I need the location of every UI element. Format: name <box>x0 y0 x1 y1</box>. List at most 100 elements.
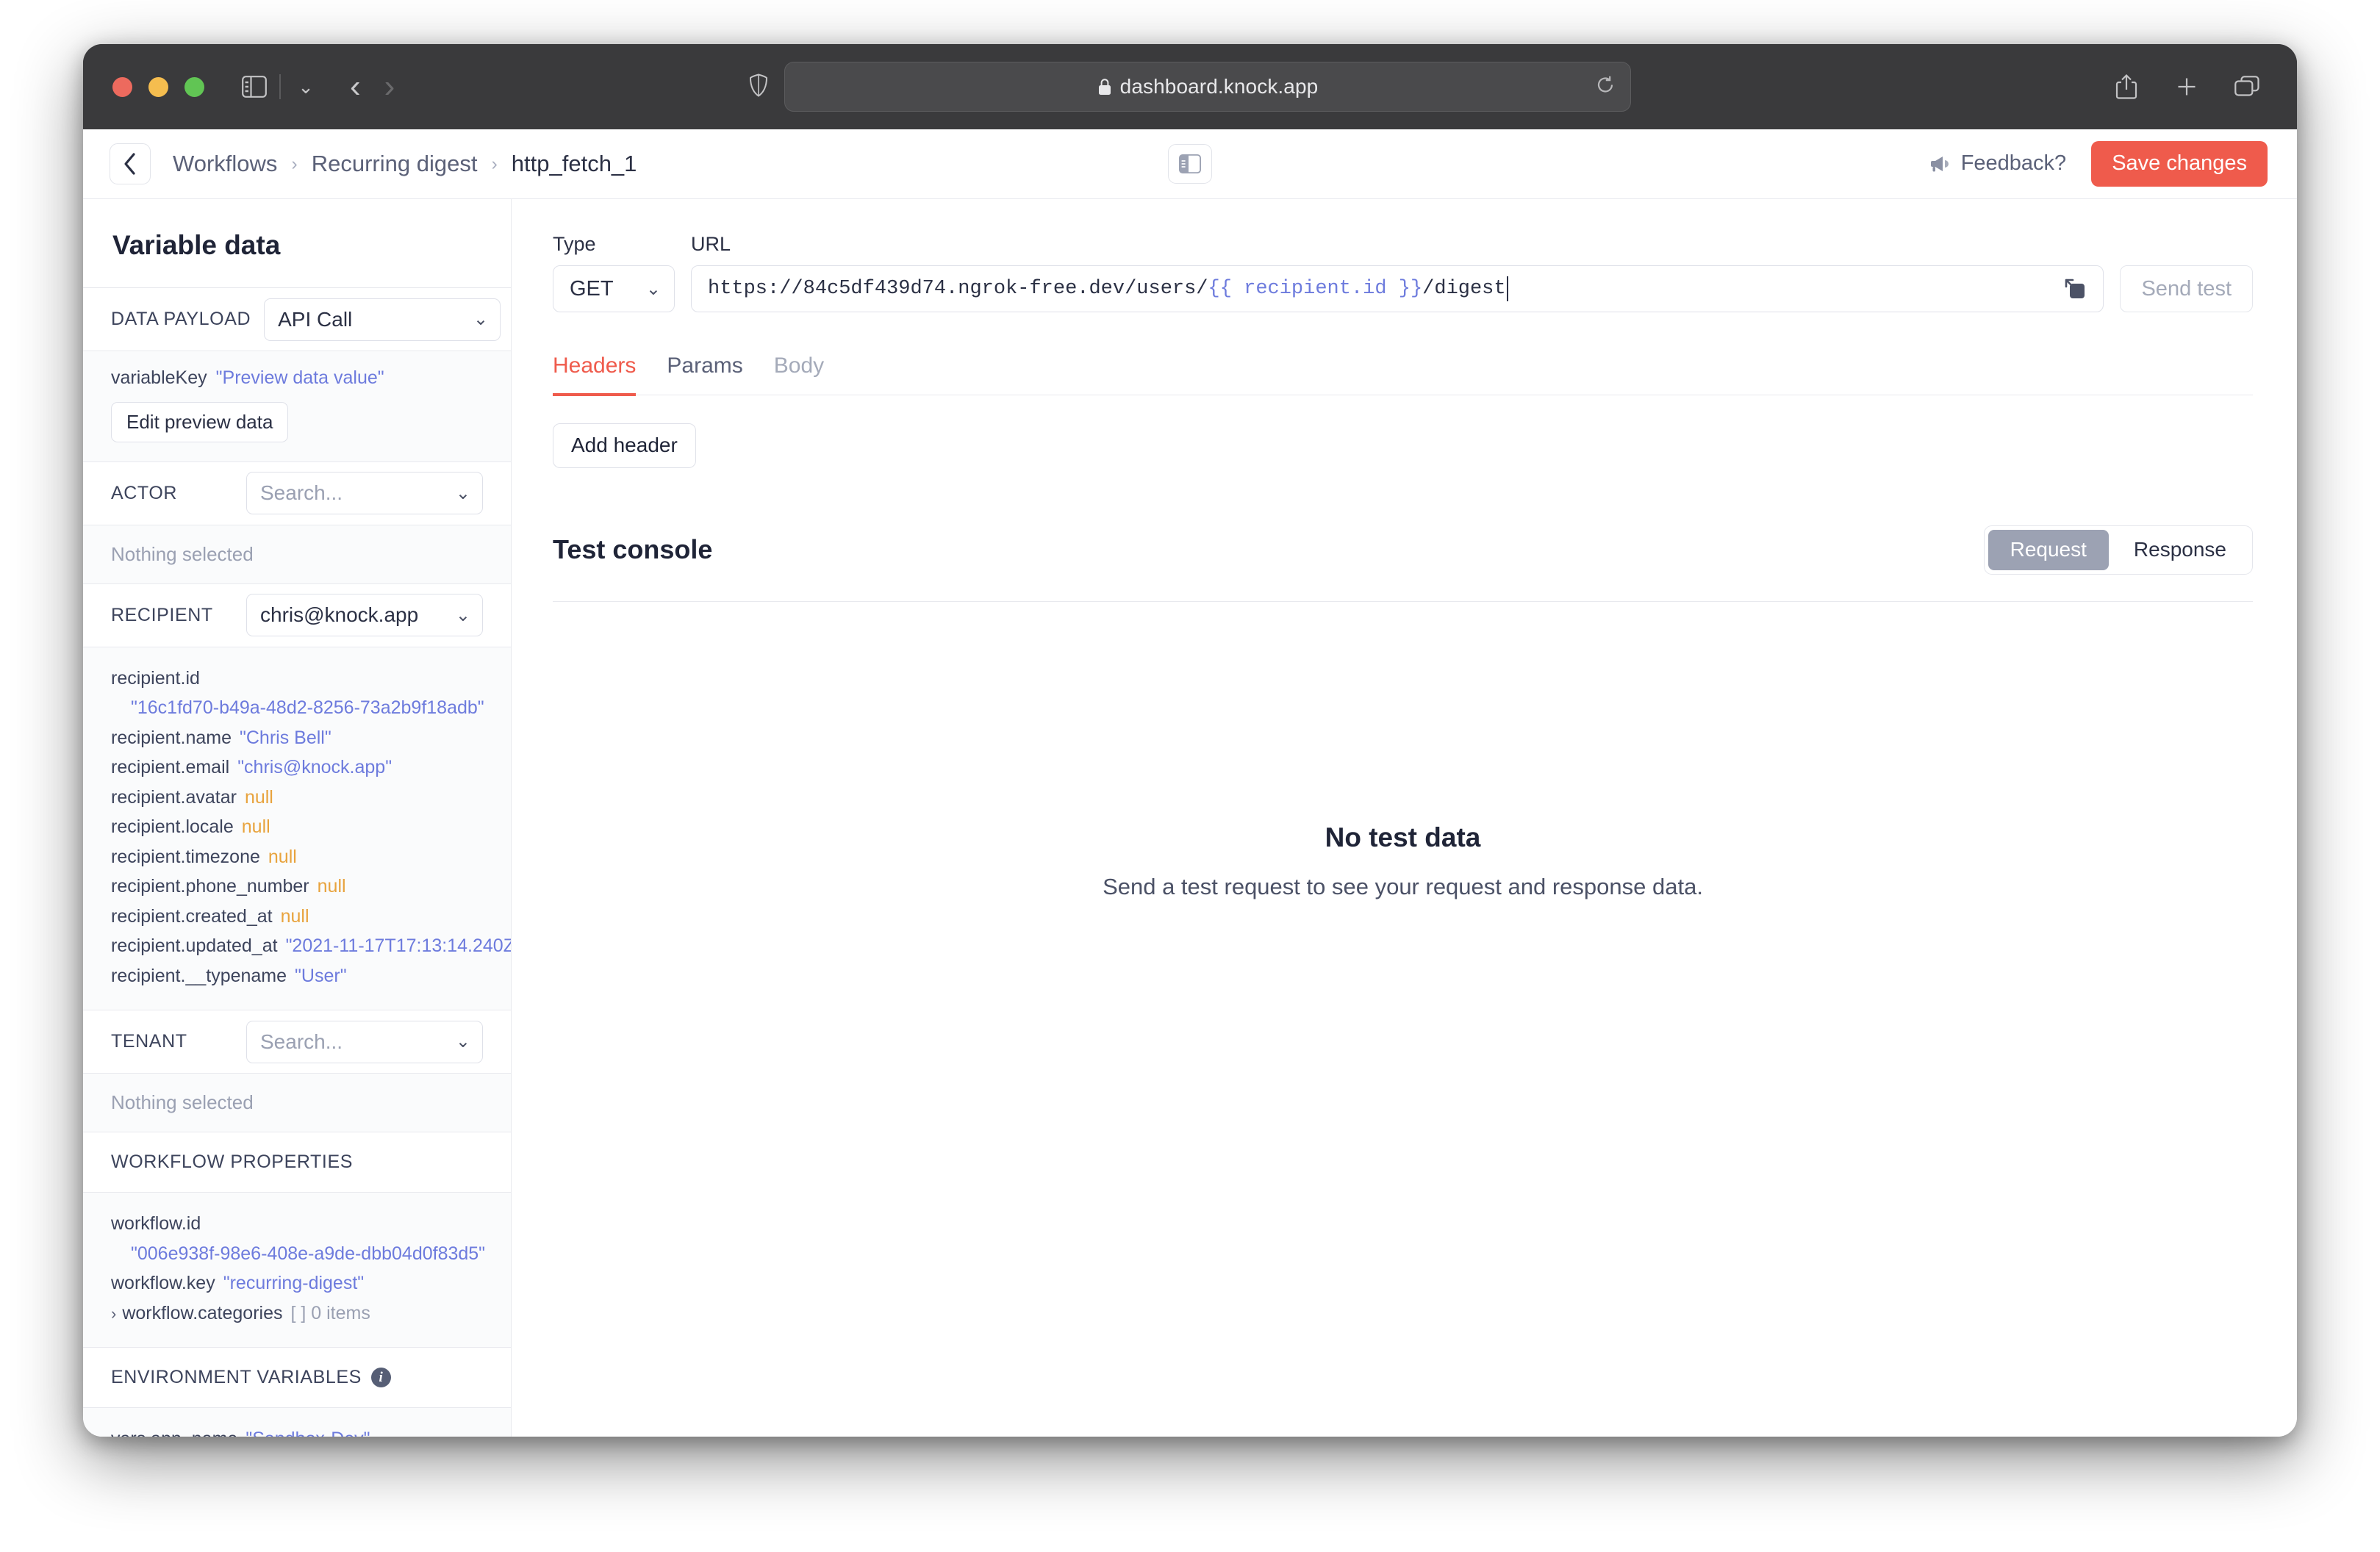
sidebar-toggle-icon[interactable] <box>234 66 275 107</box>
maximize-window-button[interactable] <box>184 76 204 97</box>
recipient-row: RECIPIENT chris@knock.app ⌄ <box>83 583 511 647</box>
list-item: recipient.created_at null <box>111 902 483 932</box>
url-field-group: URL https://84c5df439d74.ngrok-free.dev/… <box>691 233 2104 312</box>
text-caret <box>1506 276 1508 301</box>
environment-variables-block: vars.app_name"Sandbox-Dev" vars.app_url"… <box>83 1408 511 1437</box>
tab-headers[interactable]: Headers <box>553 353 637 396</box>
property-value: "recurring-digest" <box>223 1273 365 1294</box>
chevron-down-icon[interactable]: ⌄ <box>285 66 326 107</box>
panel-toggle-button[interactable] <box>1168 144 1212 184</box>
reload-icon[interactable] <box>1595 75 1616 99</box>
save-changes-button[interactable]: Save changes <box>2091 141 2268 187</box>
property-key: vars.app_name <box>111 1429 237 1437</box>
preview-variable-value: "Preview data value" <box>215 367 384 388</box>
property-value: [ ] 0 items <box>290 1302 370 1323</box>
info-icon[interactable]: i <box>370 1368 391 1388</box>
request-response-toggle: Request Response <box>1983 525 2253 575</box>
empty-state-title: No test data <box>1325 822 1481 852</box>
url-input[interactable]: https://84c5df439d74.ngrok-free.dev/user… <box>691 265 2104 312</box>
minimize-window-button[interactable] <box>148 76 168 97</box>
url-suffix: /digest <box>1422 278 1506 300</box>
property-value: "Chris Bell" <box>239 727 331 748</box>
property-value: "Sandbox-Dev" <box>245 1429 370 1437</box>
data-payload-select[interactable]: API Call ⌄ <box>264 298 501 341</box>
property-value: "16c1fd70-b49a-48d2-8256-73a2b9f18adb" <box>131 697 484 719</box>
list-item: "006e938f-98e6-408e-a9de-dbb04d0f83d5" <box>111 1239 485 1269</box>
data-payload-row: DATA PAYLOAD API Call ⌄ <box>83 288 511 351</box>
tenant-empty-state: Nothing selected <box>83 1074 511 1133</box>
list-item: recipient.avatar null <box>111 783 483 813</box>
address-bar[interactable]: dashboard.knock.app <box>784 62 1631 112</box>
list-item: vars.app_name "Sandbox-Dev" <box>111 1424 483 1437</box>
property-value: null <box>244 786 273 808</box>
expand-icon <box>2065 279 2085 298</box>
send-test-button[interactable]: Send test <box>2120 265 2253 312</box>
browser-window: ⌄ ‹ › dashboard.knock.app Workflows › Re… <box>83 44 2297 1437</box>
request-config-row: Type GET ⌄ URL https://84c5df439d74.ngro… <box>553 233 2253 312</box>
feedback-button[interactable]: Feedback? <box>1929 151 2066 176</box>
property-key: recipient.timezone <box>111 846 260 867</box>
tenant-search-select[interactable]: Search... ⌄ <box>246 1020 483 1063</box>
sidebar-title: Variable data <box>83 199 511 288</box>
segment-response[interactable]: Response <box>2112 530 2248 570</box>
type-label: Type <box>553 233 596 255</box>
segment-request[interactable]: Request <box>1987 529 2109 570</box>
address-bar-text: dashboard.knock.app <box>1097 75 1319 98</box>
variable-data-sidebar: Variable data DATA PAYLOAD API Call ⌄ va… <box>83 199 512 1437</box>
share-icon[interactable] <box>2106 66 2147 107</box>
chevron-down-icon: ⌄ <box>455 605 470 625</box>
browser-back-button[interactable]: ‹ <box>343 71 368 103</box>
list-item: recipient.__typename "User" <box>111 961 483 991</box>
actor-label: ACTOR <box>111 482 178 503</box>
recipient-value: chris@knock.app <box>260 603 419 627</box>
tenant-row: TENANT Search... ⌄ <box>83 1010 511 1074</box>
property-key: workflow.categories <box>122 1302 283 1323</box>
back-button[interactable] <box>110 143 151 184</box>
app-header: Workflows › Recurring digest › http_fetc… <box>83 129 2297 199</box>
property-key: recipient.created_at <box>111 905 273 927</box>
window-traffic-lights <box>112 76 204 97</box>
workflow-properties-header: WORKFLOW PROPERTIES <box>83 1132 511 1193</box>
add-header-button[interactable]: Add header <box>553 423 696 468</box>
chevron-down-icon: ⌄ <box>455 1032 470 1052</box>
tenant-label: TENANT <box>111 1031 187 1052</box>
browser-toolbar: ⌄ ‹ › dashboard.knock.app <box>83 44 2297 129</box>
chevron-down-icon: ⌄ <box>645 279 661 299</box>
tab-body[interactable]: Body <box>774 353 824 396</box>
privacy-shield-icon[interactable] <box>749 73 768 101</box>
breadcrumb-separator: › <box>291 153 298 174</box>
request-tabs: Headers Params Body <box>553 353 2253 396</box>
breadcrumb-separator: › <box>491 153 498 174</box>
property-value: null <box>317 876 346 897</box>
property-key: workflow.id <box>111 1213 201 1235</box>
address-bar-container: dashboard.knock.app <box>749 62 1631 112</box>
address-url-label: dashboard.knock.app <box>1119 75 1319 98</box>
edit-preview-data-button[interactable]: Edit preview data <box>111 402 289 442</box>
test-console-title: Test console <box>553 534 713 565</box>
property-value: null <box>268 846 297 867</box>
toolbar-divider <box>279 74 281 99</box>
close-window-button[interactable] <box>112 76 132 97</box>
list-item: recipient.email "chris@knock.app" <box>111 752 483 783</box>
actor-search-select[interactable]: Search... ⌄ <box>246 472 483 515</box>
page-body: Variable data DATA PAYLOAD API Call ⌄ va… <box>83 199 2297 1437</box>
desktop-background: ⌄ ‹ › dashboard.knock.app Workflows › Re… <box>0 0 2380 1552</box>
http-method-select[interactable]: GET ⌄ <box>553 265 675 312</box>
breadcrumb-item-workflows[interactable]: Workflows <box>173 151 277 177</box>
browser-forward-button[interactable]: › <box>377 71 403 103</box>
breadcrumb-item-recurring-digest[interactable]: Recurring digest <box>312 151 478 177</box>
recipient-select[interactable]: chris@knock.app ⌄ <box>246 594 483 637</box>
environment-variables-label: ENVIRONMENT VARIABLES <box>111 1367 362 1388</box>
type-field-group: Type GET ⌄ <box>553 233 675 312</box>
list-item: recipient.locale null <box>111 812 483 842</box>
tab-overview-icon[interactable] <box>2226 66 2268 107</box>
property-value: null <box>280 905 309 927</box>
list-item: "16c1fd70-b49a-48d2-8256-73a2b9f18adb" <box>111 693 484 723</box>
new-tab-plus-icon[interactable] <box>2166 66 2207 107</box>
url-input-value: https://84c5df439d74.ngrok-free.dev/user… <box>708 276 2049 301</box>
tab-params[interactable]: Params <box>667 353 742 396</box>
list-item-expandable[interactable]: › workflow.categories [ ] 0 items <box>111 1298 483 1329</box>
expand-editor-icon[interactable] <box>2057 271 2093 306</box>
tenant-placeholder: Search... <box>260 1030 343 1053</box>
navigation-arrows: ‹ › <box>343 71 402 103</box>
